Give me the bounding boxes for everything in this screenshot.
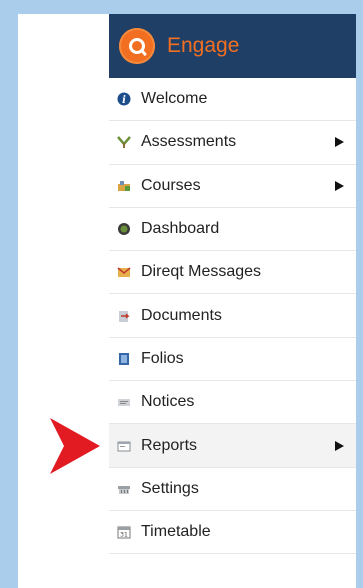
menu-item-settings[interactable]: Settings <box>109 468 356 511</box>
messages-icon <box>117 265 131 279</box>
menu-item-label: Courses <box>141 176 201 194</box>
menu-header: Engage <box>109 14 356 78</box>
menu-item-timetable[interactable]: 31 Timetable <box>109 511 356 555</box>
reports-icon <box>117 439 131 453</box>
assessment-icon <box>117 135 131 149</box>
brand-title: Engage <box>167 34 240 57</box>
menu-item-label: Timetable <box>141 523 211 541</box>
info-icon: i <box>117 92 131 106</box>
menu-item-label: Settings <box>141 479 199 497</box>
menu-item-label: Folios <box>141 349 184 367</box>
notices-icon <box>117 395 131 409</box>
q-logo-icon <box>119 28 155 64</box>
courses-icon <box>117 179 131 193</box>
menu-item-label: Notices <box>141 393 195 411</box>
menu-item-label: Direqt Messages <box>141 263 262 281</box>
menu-item-notices[interactable]: Notices <box>109 381 356 425</box>
menu-item-label: Dashboard <box>141 220 220 238</box>
submenu-arrow-icon <box>335 440 344 451</box>
folios-icon <box>117 352 131 366</box>
settings-icon <box>117 482 131 496</box>
menu-item-label: Documents <box>141 306 222 324</box>
menu-item-direqt-messages[interactable]: Direqt Messages <box>109 251 356 295</box>
menu-item-dashboard[interactable]: Dashboard <box>109 208 356 252</box>
timetable-icon: 31 <box>117 525 131 539</box>
menu-item-label: Assessments <box>141 133 237 151</box>
svg-text:i: i <box>122 95 126 106</box>
documents-icon <box>117 309 131 323</box>
menu-item-documents[interactable]: Documents <box>109 294 356 338</box>
menu-item-assessments[interactable]: Assessments <box>109 121 356 165</box>
menu-item-courses[interactable]: Courses <box>109 165 356 208</box>
dashboard-icon <box>117 222 131 236</box>
menu-item-label: Welcome <box>141 90 208 108</box>
red-arrow-pointer-icon <box>50 418 100 474</box>
menu-item-welcome[interactable]: i Welcome <box>109 78 356 122</box>
navigation-menu: Engage i Welcome Assessments Courses Das… <box>109 14 356 555</box>
menu-item-label: Reports <box>141 436 198 454</box>
menu-item-folios[interactable]: Folios <box>109 338 356 382</box>
menu-item-reports[interactable]: Reports <box>109 424 356 468</box>
submenu-arrow-icon <box>335 180 344 191</box>
svg-text:31: 31 <box>120 532 128 539</box>
submenu-arrow-icon <box>335 137 344 148</box>
